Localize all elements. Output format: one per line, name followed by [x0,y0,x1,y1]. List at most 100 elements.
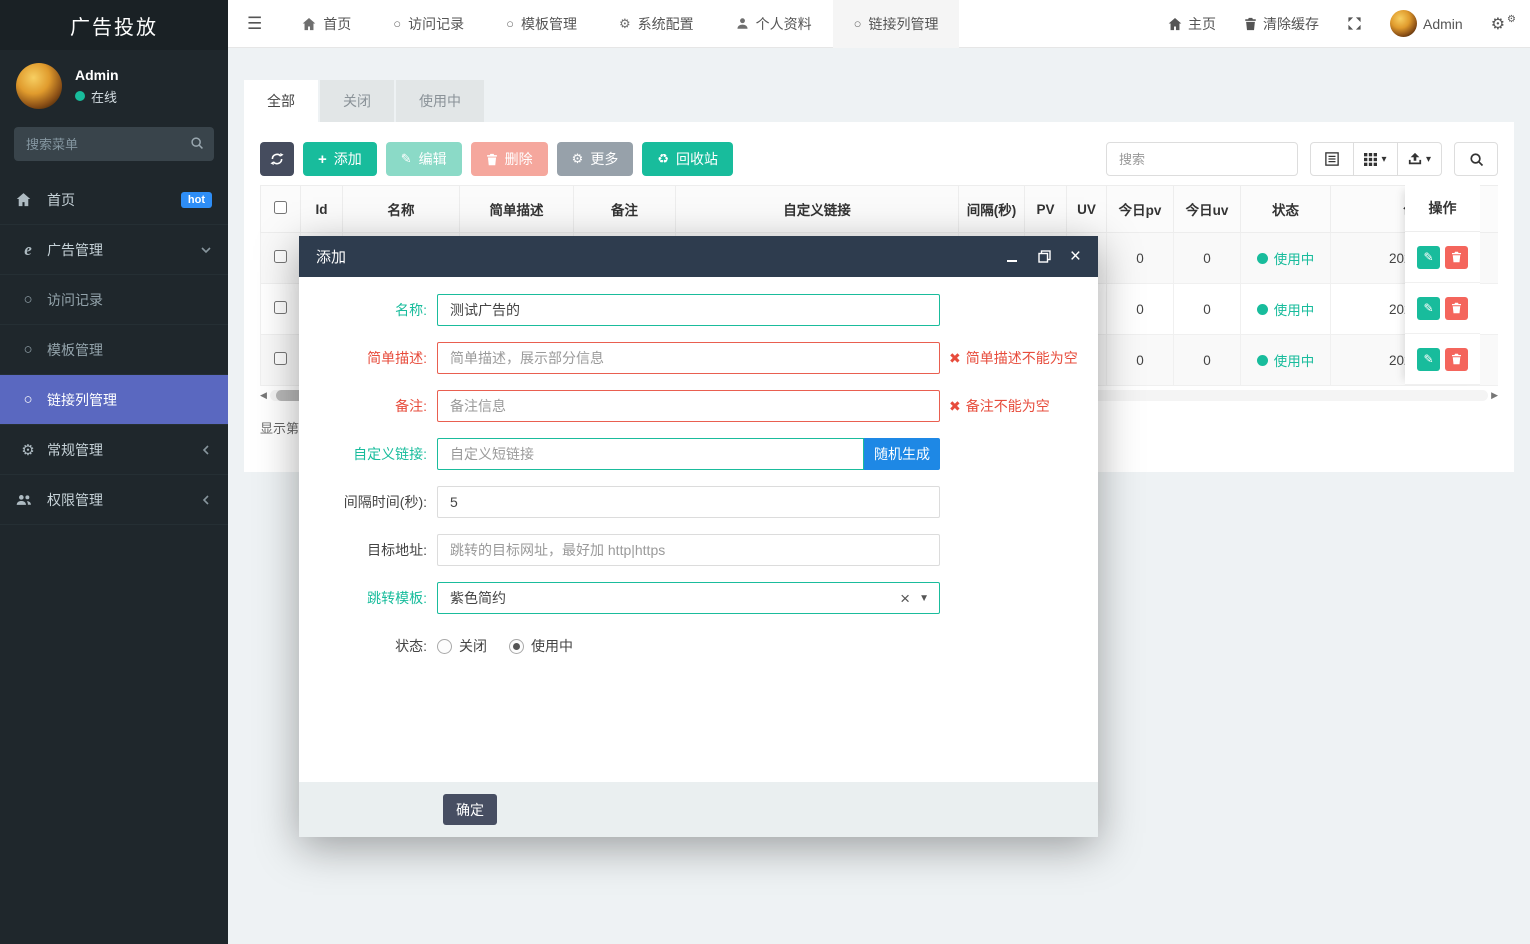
remark-label: 备注: [395,398,427,414]
row-edit-button[interactable]: ✎ [1417,245,1440,269]
fullscreen-icon[interactable] [1333,0,1376,48]
sidebar-item-link-manage[interactable]: ○ 链接列管理 [0,375,228,425]
row-delete-button[interactable] [1445,296,1468,320]
desc-error: ✖ 简单描述不能为空 [949,349,1078,367]
template-selected-value: 紫色简约 [450,590,506,606]
scroll-right-arrow-icon[interactable]: ▶ [1488,390,1498,401]
nav-user-menu[interactable]: Admin [1376,0,1477,48]
hamburger-icon[interactable]: ☰ [228,14,281,34]
dialog-footer: 确定 [299,782,1098,837]
nav-tab-profile[interactable]: 个人资料 [715,0,833,48]
remark-input[interactable] [437,390,940,422]
template-label: 跳转模板: [367,590,427,606]
settings-gears-icon[interactable]: ⚙ ⚙ [1477,0,1530,48]
table-header-row: Id 名称 简单描述 备注 自定义链接 间隔(秒) PV UV 今日pv 今日u… [260,185,1498,233]
user-icon [736,17,749,30]
sidebar-item-perm-manage[interactable]: 权限管理 [0,475,228,525]
delete-button[interactable]: 删除 [470,142,548,176]
row-actions: ✎ [1405,283,1480,334]
status-radio-on[interactable]: 使用中 [509,636,573,656]
plus-icon: + [318,150,327,168]
sidebar-item-visit-log[interactable]: ○ 访问记录 [0,275,228,325]
sidebar-item-home[interactable]: 首页 hot [0,175,228,225]
chevron-left-icon [200,494,212,506]
browser-icon: e [24,239,32,259]
close-icon[interactable]: × [1070,247,1081,266]
clear-selection-icon[interactable]: × [900,590,910,607]
radio-icon [437,638,452,654]
sidebar-item-general-manage[interactable]: ⚙ 常规管理 [0,425,228,475]
row-delete-button[interactable] [1445,347,1468,371]
columns-button[interactable]: ▾ [1353,142,1398,176]
caret-down-icon: ▼ [919,592,929,604]
field-name: 名称: [299,294,1098,326]
cell-status: 使用中 [1240,232,1331,284]
name-label: 名称: [395,302,427,318]
edit-button[interactable]: ✎ 编辑 [385,142,462,176]
tab-in-use[interactable]: 使用中 [396,80,484,122]
interval-input[interactable] [437,486,940,518]
nav-tab-link-manage[interactable]: ○ 链接列管理 [832,0,960,48]
actions-fixed-column: 操作 ✎ ✎ ✎ [1405,185,1480,385]
circle-icon: ○ [23,291,33,308]
status-badge: 使用中 [1256,299,1314,319]
nav-clear-cache[interactable]: 清除缓存 [1230,0,1333,48]
table-search-input[interactable] [1105,142,1298,176]
nav-tab-template[interactable]: ○ 模板管理 [485,0,598,48]
nav-tab-system[interactable]: ⚙ 系统配置 [598,0,715,48]
pencil-icon: ✎ [1423,352,1434,366]
row-edit-button[interactable]: ✎ [1417,347,1440,371]
recycle-bin-button[interactable]: ♻ 回收站 [642,142,733,176]
desc-input[interactable] [437,342,940,374]
status-radio-off[interactable]: 关闭 [437,636,487,656]
dialog-title: 添加 [316,249,347,266]
online-dot-icon [75,91,85,101]
name-input[interactable] [437,294,940,326]
sidebar-item-ad-manage[interactable]: e 广告管理 [0,225,228,275]
random-generate-button[interactable]: 随机生成 [864,438,940,470]
confirm-button[interactable]: 确定 [443,794,497,825]
col-actions: 操作 [1405,185,1480,232]
cell-status: 使用中 [1240,334,1331,386]
custom-link-input[interactable] [437,438,864,470]
row-delete-button[interactable] [1445,245,1468,269]
export-button[interactable]: ▾ [1397,142,1442,176]
add-button[interactable]: + 添加 [303,142,377,176]
table-view-buttons: ▾ ▾ [1309,142,1442,176]
refresh-button[interactable] [260,142,294,176]
row-actions: ✎ [1405,334,1480,385]
status-label: 状态: [395,638,427,654]
row-checkbox[interactable] [274,352,287,365]
col-pv: PV [1024,185,1067,233]
search-toggle-button[interactable] [1454,142,1498,176]
sidebar-search [14,127,214,161]
user-panel: Admin 在线 [0,50,228,119]
maximize-icon[interactable] [1038,250,1051,263]
home-icon [1168,17,1182,31]
row-actions: ✎ [1405,232,1480,283]
template-select[interactable]: 紫色简约 × ▼ [437,582,940,614]
col-name: 名称 [342,185,460,233]
tab-all[interactable]: 全部 [244,80,318,122]
field-status: 状态: 关闭 使用中 [299,630,1098,662]
status-dot-icon [1256,252,1268,264]
sidebar-search-input[interactable] [14,127,214,161]
home-icon [302,17,316,31]
col-today-uv: 今日uv [1173,185,1241,233]
minimize-icon[interactable] [1006,250,1019,263]
row-edit-button[interactable]: ✎ [1417,296,1440,320]
nav-home-link[interactable]: 主页 [1154,0,1230,48]
tab-closed[interactable]: 关闭 [320,80,394,122]
detail-view-button[interactable] [1309,142,1354,176]
row-checkbox[interactable] [274,250,287,263]
nav-tab-visit[interactable]: ○ 访问记录 [372,0,485,48]
more-button[interactable]: ⚙ 更多 [556,142,634,176]
target-input[interactable] [437,534,940,566]
sidebar-item-template-manage[interactable]: ○ 模板管理 [0,325,228,375]
nav-tab-home[interactable]: 首页 [281,0,372,48]
row-checkbox[interactable] [274,301,287,314]
gears-icon: ⚙ [21,441,35,459]
scroll-left-arrow-icon[interactable]: ◀ [260,390,270,401]
user-avatar [16,63,62,109]
select-all-checkbox[interactable] [274,201,287,214]
